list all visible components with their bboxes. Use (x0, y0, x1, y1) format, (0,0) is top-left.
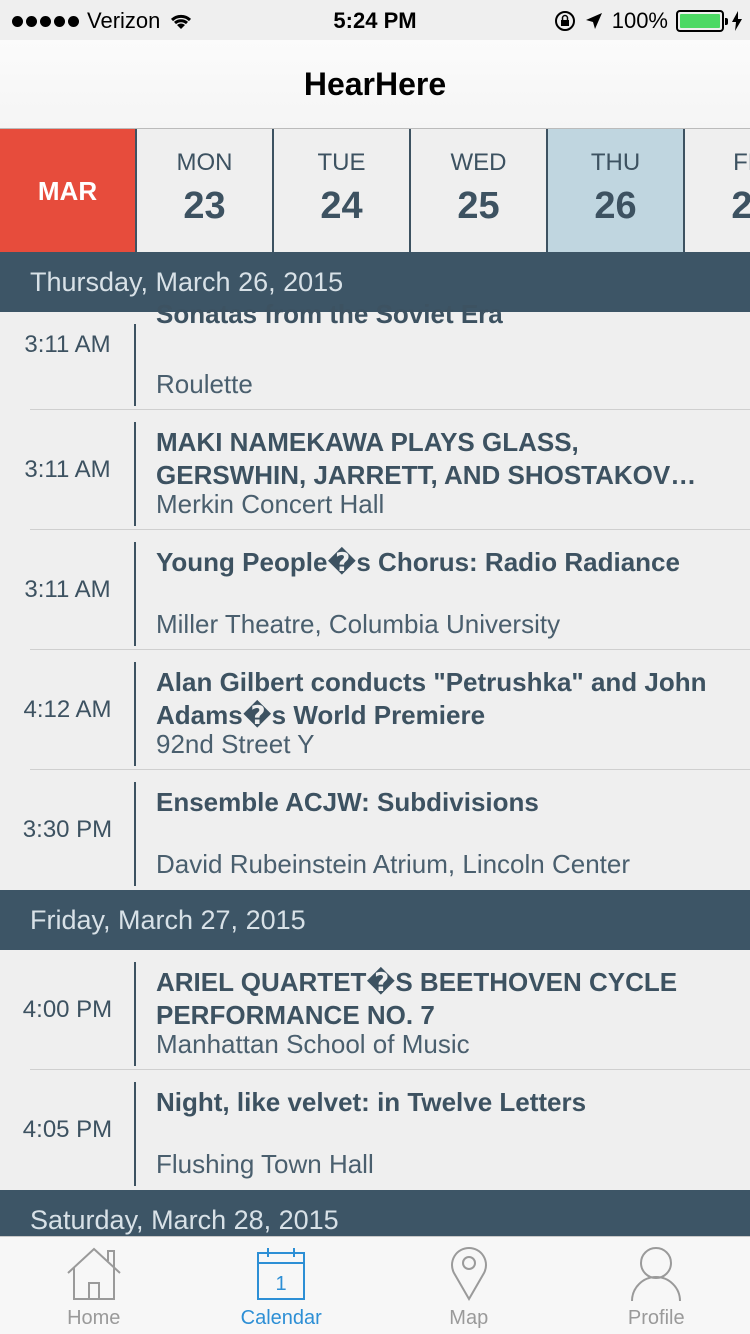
event-title: MAKI NAMEKAWA PLAYS GLASS, GERSWHIN, JAR… (156, 427, 697, 490)
event-title: ARIEL QUARTET�S BEETHOVEN CYCLE PERFORMA… (156, 967, 678, 1030)
event-title: Night, like velvet: in Twelve Letters (156, 1087, 587, 1117)
location-arrow-icon (585, 13, 602, 29)
row-divider-vertical (134, 542, 136, 646)
tab-label: Calendar (240, 1307, 322, 1329)
date-strip[interactable]: MAR MON 23 TUE 24 WED 25 THU 26 FRI 27 (0, 128, 750, 252)
rotation-lock-icon (554, 11, 575, 31)
day-name: THU (590, 149, 641, 176)
status-bar: Verizon 5:24 PM 100% (0, 0, 750, 40)
section-header: Friday, March 27, 2015 (0, 890, 750, 950)
event-row[interactable]: 3:11 AM MAKI NAMEKAWA PLAYS GLASS, GERSW… (0, 410, 750, 530)
event-venue: David Rubeinstein Atrium, Lincoln Center (156, 849, 631, 879)
event-venue: Flushing Town Hall (156, 1149, 374, 1179)
event-time: 4:05 PM (22, 1116, 113, 1143)
tab-map[interactable]: Map (375, 1237, 563, 1334)
month-label: MAR (0, 129, 135, 252)
day-cell-thu[interactable]: THU 26 (546, 129, 683, 252)
tab-home[interactable]: Home (0, 1237, 188, 1334)
tab-bar: Home 1 Calendar Map Profile (0, 1236, 750, 1334)
tab-calendar[interactable]: 1 Calendar (188, 1237, 376, 1334)
event-venue: 92nd Street Y (156, 729, 315, 759)
day-name: TUE (317, 149, 366, 176)
day-number: 26 (594, 185, 637, 227)
event-row[interactable]: 4:12 AM Alan Gilbert conducts "Petrushka… (0, 650, 750, 770)
row-divider-vertical (134, 962, 136, 1066)
event-venue: Roulette (156, 369, 253, 399)
nav-bar: HearHere (0, 40, 750, 128)
profile-icon (631, 1247, 682, 1301)
event-venue: Miller Theatre, Columbia University (156, 609, 561, 639)
row-divider-vertical (134, 662, 136, 766)
event-time: 3:11 AM (24, 576, 111, 603)
event-venue: Manhattan School of Music (156, 1029, 470, 1059)
event-time: 3:30 PM (22, 816, 113, 843)
day-name: FRI (733, 149, 750, 176)
calendar-icon: 1 (257, 1248, 306, 1300)
event-row[interactable]: 3:30 PM Ensemble ACJW: Subdivisions Davi… (0, 770, 750, 890)
day-number: 27 (731, 185, 750, 228)
charging-icon (732, 11, 742, 31)
event-venue: Merkin Concert Hall (156, 489, 385, 519)
tab-profile[interactable]: Profile (563, 1237, 750, 1334)
map-pin-icon (450, 1247, 487, 1301)
day-number: 24 (320, 185, 363, 227)
event-title: Alan Gilbert conducts "Petrushka" and Jo… (156, 667, 707, 730)
event-time: 4:00 PM (22, 996, 113, 1023)
battery-percent: 100% (611, 8, 668, 33)
day-number: 23 (183, 185, 226, 227)
day-name: WED (450, 149, 507, 176)
section-header: Saturday, March 28, 2015 (0, 1190, 750, 1236)
event-title: Ensemble ACJW: Subdivisions (156, 787, 539, 817)
day-cell-wed[interactable]: WED 25 (409, 129, 546, 252)
event-title: Sonatas from the Soviet Era (156, 299, 503, 329)
event-time: 3:11 AM (24, 331, 111, 358)
battery-icon (676, 10, 728, 32)
row-divider-vertical (134, 1082, 136, 1186)
day-number: 25 (457, 185, 500, 227)
event-row[interactable]: 4:05 PM Night, like velvet: in Twelve Le… (0, 1070, 750, 1190)
day-name: MON (176, 149, 233, 176)
tab-label: Map (449, 1307, 489, 1329)
event-title: Young People�s Chorus: Radio Radiance (156, 547, 680, 577)
calendar-digit: 1 (276, 1273, 287, 1295)
status-right: 100% (554, 8, 742, 34)
app-title: HearHere (303, 66, 447, 102)
event-time: 3:11 AM (24, 456, 111, 483)
home-icon (67, 1247, 121, 1300)
row-divider-vertical (134, 324, 136, 406)
row-divider-vertical (134, 782, 136, 886)
event-row[interactable]: 4:00 PM ARIEL QUARTET�S BEETHOVEN CYCLE … (0, 950, 750, 1070)
day-cell-mon[interactable]: MON 23 (135, 129, 272, 252)
tab-label: Profile (627, 1307, 685, 1329)
row-divider-vertical (134, 422, 136, 526)
event-row[interactable]: 3:11 AM Young People�s Chorus: Radio Rad… (0, 530, 750, 650)
day-cell-tue[interactable]: TUE 24 (272, 129, 409, 252)
event-time: 4:12 AM (23, 696, 112, 723)
day-cell-fri[interactable]: FRI 27 (683, 129, 750, 252)
tab-label: Home (67, 1307, 121, 1329)
event-row[interactable]: 3:11 AM Sonatas from the Soviet Era Roul… (0, 299, 750, 410)
event-list[interactable]: Thursday, March 26, 2015 3:11 AM Sonatas… (0, 252, 750, 1236)
